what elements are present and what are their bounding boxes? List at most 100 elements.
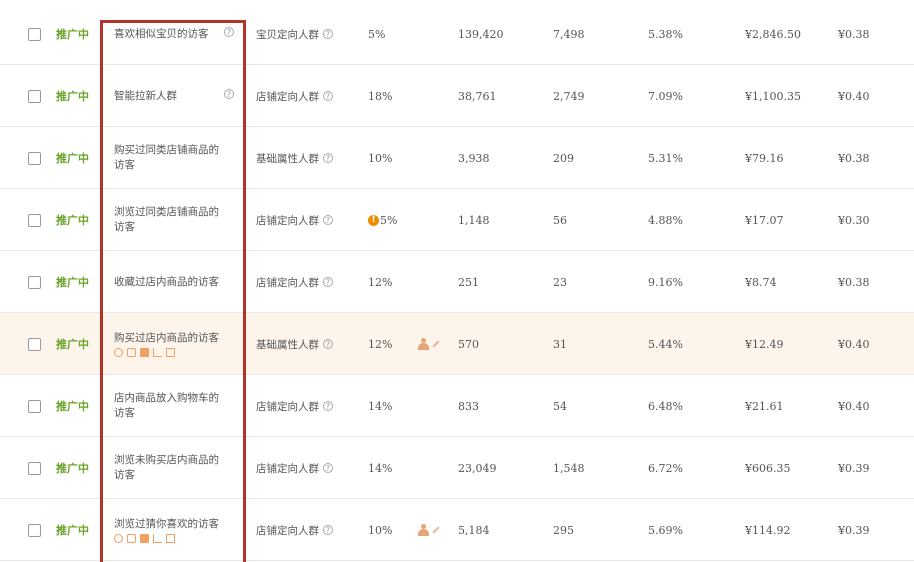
- clicks: 1,548: [553, 461, 585, 475]
- premium-percent[interactable]: 14%: [368, 375, 418, 437]
- checkbox-box[interactable]: [28, 461, 41, 475]
- help-icon[interactable]: ?: [323, 91, 333, 101]
- copy-icon[interactable]: [166, 348, 175, 357]
- table-row: 推广中 浏览过同类店铺商品的 访客 店铺定向人群 ? ! 5% 1,148 56 …: [0, 189, 914, 251]
- row-checkbox[interactable]: [28, 65, 44, 127]
- table-row: 推广中 店内商品放入购物车的 访客 店铺定向人群 ? 14% 833 54 6.4…: [0, 375, 914, 437]
- cost-per-click: ¥0.39: [838, 523, 870, 537]
- help-icon[interactable]: ?: [323, 215, 333, 225]
- crowd-type: 基础属性人群 ?: [256, 313, 366, 375]
- row-checkbox[interactable]: [28, 499, 44, 561]
- help-icon[interactable]: ?: [323, 401, 333, 411]
- premium-percent[interactable]: 12%: [368, 251, 418, 313]
- help-icon[interactable]: ?: [323, 29, 333, 39]
- impressions: 833: [458, 399, 479, 413]
- clicks: 7,498: [553, 27, 585, 41]
- premium-percent[interactable]: 10%: [368, 127, 418, 189]
- adjust-cell: [418, 499, 452, 561]
- impressions: 23,049: [458, 461, 497, 475]
- clicks: 31: [553, 337, 567, 351]
- copy-icon[interactable]: [166, 534, 175, 543]
- crowd-name-line: 收藏过店内商品的访客: [114, 275, 219, 288]
- premium-percent[interactable]: 10%: [368, 499, 418, 561]
- help-icon[interactable]: ?: [323, 463, 333, 473]
- table-row: 推广中 智能拉新人群 ? 店铺定向人群 ? 18% 38,761 2,749 7…: [0, 65, 914, 127]
- crowd-name: 店内商品放入购物车的 访客: [114, 375, 238, 437]
- crowd-name-line: 访客: [114, 159, 135, 171]
- click-through-rate: 6.48%: [648, 399, 683, 413]
- help-icon[interactable]: ?: [224, 89, 234, 99]
- row-checkbox[interactable]: [28, 251, 44, 313]
- cost-per-click: ¥0.39: [838, 461, 870, 475]
- crowd-type-label: 店铺定向人群: [256, 524, 319, 537]
- view-icon[interactable]: [114, 348, 123, 357]
- crowd-type: 基础属性人群 ?: [256, 127, 366, 189]
- row-checkbox[interactable]: [28, 313, 44, 375]
- premium-percent[interactable]: ! 5%: [368, 189, 418, 251]
- click-through-rate: 5.38%: [648, 27, 683, 41]
- edit-pen-icon[interactable]: [432, 340, 440, 348]
- chart-icon[interactable]: [153, 534, 162, 543]
- crowd-name: 购买过同类店铺商品的 访客: [114, 127, 238, 189]
- delete-icon[interactable]: [140, 348, 149, 357]
- clicks: 23: [553, 275, 567, 289]
- cost: ¥606.35: [745, 461, 791, 475]
- cost-per-click: ¥0.38: [838, 151, 870, 165]
- premium-value: 12%: [368, 337, 393, 351]
- impressions: 5,184: [458, 523, 490, 537]
- cost: ¥17.07: [745, 213, 784, 227]
- adjust-cell: [418, 65, 452, 127]
- impressions: 251: [458, 275, 479, 289]
- premium-percent[interactable]: 14%: [368, 437, 418, 499]
- premium-percent[interactable]: 12%: [368, 313, 418, 375]
- help-icon[interactable]: ?: [323, 339, 333, 349]
- clicks: 295: [553, 523, 574, 537]
- checkbox-box[interactable]: [28, 275, 41, 289]
- view-icon[interactable]: [114, 534, 123, 543]
- help-icon[interactable]: ?: [224, 27, 234, 37]
- edit-icon[interactable]: [127, 534, 136, 543]
- row-checkbox[interactable]: [28, 375, 44, 437]
- premium-percent[interactable]: 18%: [368, 65, 418, 127]
- row-checkbox[interactable]: [28, 189, 44, 251]
- edit-pen-icon[interactable]: [432, 526, 440, 534]
- checkbox-box[interactable]: [28, 337, 41, 351]
- checkbox-box[interactable]: [28, 523, 41, 537]
- cost: ¥12.49: [745, 337, 784, 351]
- click-through-rate: 5.31%: [648, 151, 683, 165]
- table-row: 推广中 浏览未购买店内商品的 访客 店铺定向人群 ? 14% 23,049 1,5…: [0, 437, 914, 499]
- adjust-cell: [418, 127, 452, 189]
- crowd-name: 浏览过猜你喜欢的访客: [114, 499, 238, 561]
- crowd-name: 喜欢相似宝贝的访客 ?: [114, 3, 238, 65]
- premium-value: 14%: [368, 461, 393, 475]
- clicks: 209: [553, 151, 574, 165]
- help-icon[interactable]: ?: [323, 153, 333, 163]
- table-row: 推广中 浏览过猜你喜欢的访客 店铺定向人群 ? 10% 5,184 295 5.…: [0, 499, 914, 561]
- checkbox-box[interactable]: [28, 399, 41, 413]
- row-checkbox[interactable]: [28, 3, 44, 65]
- help-icon[interactable]: ?: [323, 525, 333, 535]
- row-checkbox[interactable]: [28, 437, 44, 499]
- crowd-type: 店铺定向人群 ?: [256, 375, 366, 437]
- help-icon[interactable]: ?: [323, 277, 333, 287]
- crowd-name-line: 访客: [114, 407, 135, 419]
- edit-icon[interactable]: [127, 348, 136, 357]
- checkbox-box[interactable]: [28, 213, 41, 227]
- clicks: 56: [553, 213, 567, 227]
- click-through-rate: 4.88%: [648, 213, 683, 227]
- status-label: 推广中: [56, 524, 89, 537]
- checkbox-box[interactable]: [28, 151, 41, 165]
- cost-per-click: ¥0.40: [838, 337, 870, 351]
- delete-icon[interactable]: [140, 534, 149, 543]
- chart-icon[interactable]: [153, 348, 162, 357]
- click-through-rate: 6.72%: [648, 461, 683, 475]
- crowd-type: 店铺定向人群 ?: [256, 65, 366, 127]
- status-label: 推广中: [56, 276, 89, 289]
- premium-value: 5%: [368, 27, 386, 41]
- checkbox-box[interactable]: [28, 27, 41, 41]
- checkbox-box[interactable]: [28, 89, 41, 103]
- premium-percent[interactable]: 5%: [368, 3, 418, 65]
- adjust-cell: [418, 251, 452, 313]
- adjust-cell: [418, 313, 452, 375]
- row-checkbox[interactable]: [28, 127, 44, 189]
